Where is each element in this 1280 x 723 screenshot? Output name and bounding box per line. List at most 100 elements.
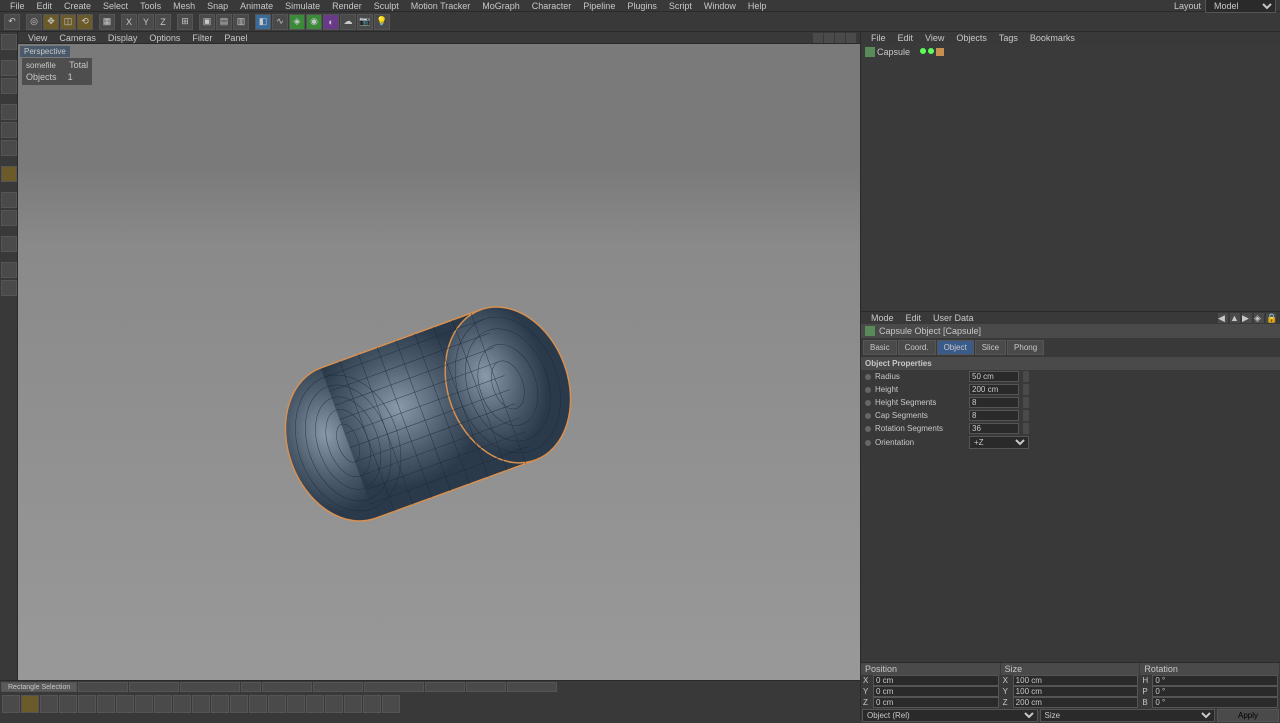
bottom-tab-8[interactable] xyxy=(425,682,465,692)
bottom-tool-6[interactable] xyxy=(116,695,134,713)
spinner-cap-segments[interactable] xyxy=(1023,410,1029,421)
viewport-pan-icon[interactable] xyxy=(813,33,823,43)
bottom-tool-13[interactable] xyxy=(249,695,267,713)
attr-menu-edit[interactable]: Edit xyxy=(900,313,928,323)
attr-menu-mode[interactable]: Mode xyxy=(865,313,900,323)
obj-menu-file[interactable]: File xyxy=(865,33,892,43)
menu-window[interactable]: Window xyxy=(698,1,742,11)
tab-basic[interactable]: Basic xyxy=(863,340,897,355)
obj-menu-view[interactable]: View xyxy=(919,33,950,43)
bottom-tool-9[interactable] xyxy=(173,695,191,713)
tab-object[interactable]: Object xyxy=(937,340,974,355)
lock-z-icon[interactable]: Z xyxy=(155,14,171,30)
locked-workplane-icon[interactable] xyxy=(1,262,17,278)
bottom-tab-2[interactable] xyxy=(129,682,179,692)
viewport-solo-icon[interactable] xyxy=(1,192,17,208)
viewport-zoom-icon[interactable] xyxy=(824,33,834,43)
attr-menu-userdata[interactable]: User Data xyxy=(927,313,980,323)
generator2-icon[interactable]: ◉ xyxy=(306,14,322,30)
workplane-icon[interactable] xyxy=(1,78,17,94)
menu-simulate[interactable]: Simulate xyxy=(279,1,326,11)
pos-y-input[interactable] xyxy=(873,686,999,697)
attr-nav-new-icon[interactable]: ◈ xyxy=(1254,313,1264,323)
pos-x-input[interactable] xyxy=(873,675,999,686)
tab-rectangle-selection[interactable]: Rectangle Selection xyxy=(1,682,77,692)
spinner-radius[interactable] xyxy=(1023,371,1029,382)
menu-create[interactable]: Create xyxy=(58,1,97,11)
obj-menu-tags[interactable]: Tags xyxy=(993,33,1024,43)
size-y-input[interactable] xyxy=(1013,686,1139,697)
bottom-tool-4[interactable] xyxy=(78,695,96,713)
bottom-tab-10[interactable] xyxy=(507,682,557,692)
polygon-mode-icon[interactable] xyxy=(1,140,17,156)
menu-character[interactable]: Character xyxy=(526,1,578,11)
enable-axis-icon[interactable] xyxy=(1,166,17,182)
select-orientation[interactable]: +Z xyxy=(969,436,1029,449)
tree-item-capsule[interactable]: Capsule xyxy=(863,46,1278,58)
menu-script[interactable]: Script xyxy=(663,1,698,11)
menu-tools[interactable]: Tools xyxy=(134,1,167,11)
viewport-orbit-icon[interactable] xyxy=(835,33,845,43)
bottom-tool-0[interactable] xyxy=(2,695,20,713)
live-select-icon[interactable]: ◎ xyxy=(26,14,42,30)
tab-phong[interactable]: Phong xyxy=(1007,340,1044,355)
visibility-render-icon[interactable] xyxy=(928,48,934,54)
viewport-menu-cameras[interactable]: Cameras xyxy=(53,33,102,43)
rot-b-input[interactable] xyxy=(1152,697,1278,708)
bottom-tool-3[interactable] xyxy=(59,695,77,713)
environment-icon[interactable]: ☁ xyxy=(340,14,356,30)
menu-plugins[interactable]: Plugins xyxy=(621,1,663,11)
rot-h-input[interactable] xyxy=(1152,675,1278,686)
obj-menu-objects[interactable]: Objects xyxy=(950,33,993,43)
bottom-tool-12[interactable] xyxy=(230,695,248,713)
menu-edit[interactable]: Edit xyxy=(31,1,59,11)
viewport-menu-display[interactable]: Display xyxy=(102,33,144,43)
phong-tag-icon[interactable] xyxy=(936,48,944,56)
viewport-menu-panel[interactable]: Panel xyxy=(218,33,253,43)
bottom-tool-16[interactable] xyxy=(306,695,324,713)
snap-icon[interactable] xyxy=(1,236,17,252)
camera-icon[interactable]: 📷 xyxy=(357,14,373,30)
bottom-tool-17[interactable] xyxy=(325,695,343,713)
attr-nav-up-icon[interactable]: ▲ xyxy=(1230,313,1240,323)
scale-tool-icon[interactable]: ◫ xyxy=(60,14,76,30)
coord-size-select[interactable]: Size xyxy=(1040,709,1216,722)
size-z-input[interactable] xyxy=(1013,697,1139,708)
lock-x-icon[interactable]: X xyxy=(121,14,137,30)
planar-workplane-icon[interactable] xyxy=(1,280,17,296)
point-mode-icon[interactable] xyxy=(1,104,17,120)
obj-menu-bookmarks[interactable]: Bookmarks xyxy=(1024,33,1081,43)
menu-motion-tracker[interactable]: Motion Tracker xyxy=(405,1,477,11)
menu-help[interactable]: Help xyxy=(742,1,773,11)
coord-system-icon[interactable]: ⊞ xyxy=(177,14,193,30)
render-settings-icon[interactable]: ▥ xyxy=(233,14,249,30)
generator-icon[interactable]: ◈ xyxy=(289,14,305,30)
input-cap-segments[interactable] xyxy=(969,410,1019,421)
menu-file[interactable]: File xyxy=(4,1,31,11)
spinner-height[interactable] xyxy=(1023,384,1029,395)
capsule-object[interactable] xyxy=(273,304,583,524)
bottom-tool-5[interactable] xyxy=(97,695,115,713)
input-height[interactable] xyxy=(969,384,1019,395)
size-x-input[interactable] xyxy=(1013,675,1139,686)
model-mode-icon[interactable] xyxy=(1,34,17,50)
history-icon[interactable]: ▦ xyxy=(99,14,115,30)
apply-button[interactable]: Apply xyxy=(1217,709,1279,722)
render-view-icon[interactable]: ▣ xyxy=(199,14,215,30)
menu-snap[interactable]: Snap xyxy=(201,1,234,11)
menu-mograph[interactable]: MoGraph xyxy=(476,1,526,11)
menu-select[interactable]: Select xyxy=(97,1,134,11)
rot-p-input[interactable] xyxy=(1152,686,1278,697)
viewport-maximize-icon[interactable] xyxy=(846,33,856,43)
viewport-menu-view[interactable]: View xyxy=(22,33,53,43)
layout-select[interactable]: Model xyxy=(1205,0,1276,13)
attr-nav-fwd-icon[interactable]: ▶ xyxy=(1242,313,1252,323)
tab-coord[interactable]: Coord. xyxy=(898,340,936,355)
menu-pipeline[interactable]: Pipeline xyxy=(577,1,621,11)
undo-button[interactable]: ↶ xyxy=(4,14,20,30)
viewport-3d[interactable]: Perspective somefile Total Objects 1 xyxy=(18,44,860,720)
menu-sculpt[interactable]: Sculpt xyxy=(368,1,405,11)
bottom-tool-2[interactable] xyxy=(40,695,58,713)
bottom-tab-7[interactable] xyxy=(364,682,424,692)
lock-y-icon[interactable]: Y xyxy=(138,14,154,30)
